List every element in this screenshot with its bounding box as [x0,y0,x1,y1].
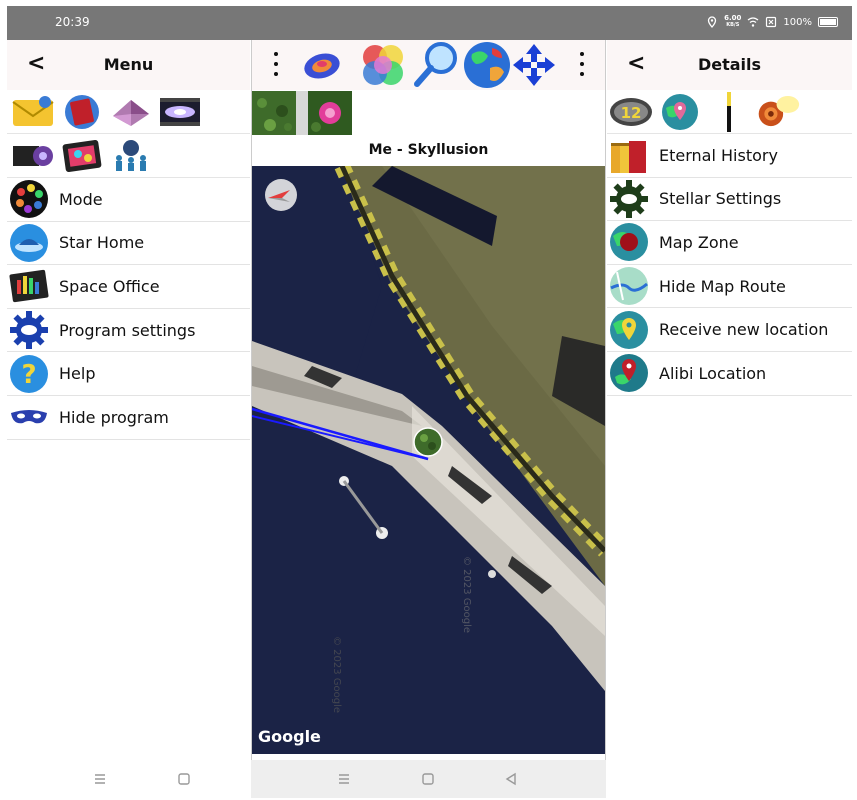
photo-thumbnails [252,90,605,136]
details-item-eternal-history[interactable]: Eternal History [607,134,852,178]
sim-icon [766,16,777,28]
battery-icon [818,17,838,27]
pink-flower-thumbnail[interactable] [308,91,352,135]
galaxy-film-icon[interactable] [156,92,203,132]
map-route-icon [609,266,649,306]
location-receive-icon [609,310,649,350]
network-speed: 6.00 KB/S [724,14,742,29]
move-arrows-icon[interactable] [511,42,557,92]
menu-item-label: Help [59,364,96,384]
app-frame: 20:39 6.00 KB/S 100% < Menu Mode Star Ho… [7,6,852,798]
details-item-stellar-settings[interactable]: Stellar Settings [607,178,852,222]
menu-item-hide-program[interactable]: Hide program [7,396,250,440]
number-badge-icon[interactable]: 12 [607,92,654,132]
details-item-label: Hide Map Route [659,276,786,296]
details-item-alibi-location[interactable]: Alibi Location [607,352,852,396]
palette-icon [9,179,49,219]
menu-item-program-settings[interactable]: Program settings [7,309,250,353]
wifi-icon [748,17,759,27]
map-canvas[interactable]: © 2023 Google © 2023 Google Google [252,166,605,754]
grass-thumbnail[interactable] [252,91,296,135]
satellite-map[interactable]: © 2023 Google © 2023 Google Google [252,166,605,754]
details-item-receive-new-location[interactable]: Receive new location [607,308,852,352]
help-icon: ? [9,354,49,394]
menu-item-label: Program settings [59,320,196,340]
map-panel: Me - Skyllusion © 2023 Google © 2023 Goo… [251,40,606,760]
menu-item-help[interactable]: ? Help [7,352,250,396]
space-office-icon [9,266,49,306]
home-icon[interactable] [177,772,191,786]
overflow-menu-left-icon[interactable] [273,52,279,76]
books-icon [609,135,649,175]
menu-icon-row-1 [7,90,250,134]
tablet-art-icon[interactable] [58,136,105,176]
star-home-icon [9,223,49,263]
google-watermark: Google [258,727,321,746]
status-icons: 6.00 KB/S 100% [706,15,838,29]
gear-icon [609,179,649,219]
home-icon[interactable] [421,772,435,786]
battery-percent: 100% [783,16,812,28]
gear-icon [9,310,49,350]
compass-button[interactable] [265,179,297,211]
red-book-icon[interactable] [58,92,105,132]
details-item-label: Map Zone [659,232,739,252]
ufo-icon[interactable] [300,44,344,90]
map-pin-globe-icon[interactable] [656,92,703,132]
menu-icon-row-2 [7,134,250,178]
menu-item-label: Star Home [59,233,145,253]
back-triangle-icon[interactable] [504,772,518,786]
details-item-label: Receive new location [659,320,829,340]
details-panel: < Details 12 Eternal History Stellar Set… [607,40,852,760]
magnifier-icon[interactable] [412,40,462,94]
family-icon[interactable] [107,136,154,176]
details-title: Details [697,55,762,74]
overflow-menu-right-icon[interactable] [579,52,585,76]
map-toolbar [252,40,605,90]
map-copyright-2: © 2023 Google [461,556,472,633]
menu-panel: < Menu Mode Star Home Space Office Progr… [7,40,250,760]
map-subtitle: Me - Skyllusion [368,142,489,158]
map-zone-icon [609,222,649,262]
system-nav-bar [7,760,852,798]
location-status-icon [707,16,717,28]
location-pin-icon [609,353,649,393]
menu-item-space-office[interactable]: Space Office [7,265,250,309]
pencil-line-icon[interactable] [705,91,752,132]
details-item-label: Alibi Location [659,363,767,383]
map-copyright-1: © 2023 Google [331,636,342,713]
globe-icon[interactable] [462,40,512,94]
recent-apps-icon[interactable] [93,772,107,786]
menu-item-label: Space Office [59,276,160,296]
speaker-bubble-icon[interactable] [754,92,801,132]
recent-apps-icon[interactable] [337,772,351,786]
location-marker[interactable] [413,427,443,457]
pyramid-icon[interactable] [107,92,154,132]
menu-item-label: Mode [59,189,103,209]
menu-item-mode[interactable]: Mode [7,178,250,222]
menu-title: Menu [103,55,154,74]
status-bar: 20:39 6.00 KB/S 100% [7,6,852,40]
details-item-hide-map-route[interactable]: Hide Map Route [607,265,852,309]
svg-text:?: ? [21,360,36,390]
menu-header: < Menu [7,40,250,90]
status-time: 20:39 [55,15,90,29]
photos-pinwheel-icon[interactable] [358,40,408,94]
details-header: < Details [607,40,852,90]
video-reel-icon[interactable] [9,136,56,176]
svg-text:12: 12 [620,104,641,122]
details-item-label: Stellar Settings [659,189,782,209]
details-icon-row: 12 [607,90,852,134]
menu-item-star-home[interactable]: Star Home [7,222,250,266]
details-item-label: Eternal History [659,145,778,165]
thumbnail-separator [296,91,308,135]
menu-item-label: Hide program [59,407,169,427]
mail-icon[interactable] [9,92,56,132]
details-item-map-zone[interactable]: Map Zone [607,221,852,265]
mask-icon [9,397,49,437]
